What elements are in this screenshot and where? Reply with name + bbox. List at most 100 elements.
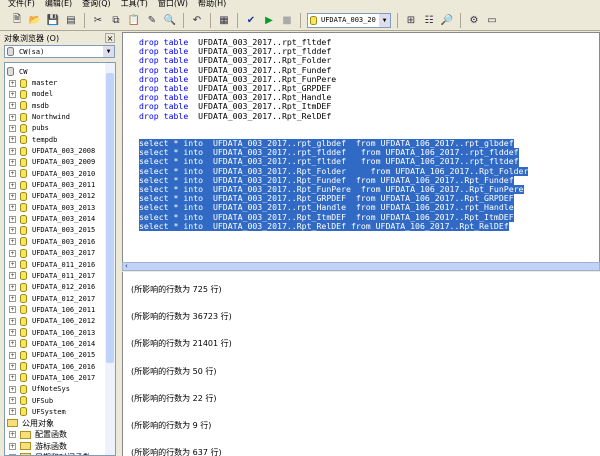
tree-node-database[interactable]: + UFDATA_003_2010 [5,168,115,179]
expand-icon[interactable]: + [9,385,16,393]
expand-icon[interactable]: + [9,192,16,200]
show-results-icon[interactable]: ▭ [485,13,499,27]
expand-icon[interactable]: + [9,374,16,382]
tree-node-database[interactable]: + UFDATA_011_2017 [5,270,115,281]
object-browser-icon[interactable]: ☷ [422,13,436,27]
expand-icon[interactable]: + [9,158,16,166]
tree-node-database[interactable]: + UFSub [5,395,115,406]
expand-icon[interactable]: + [9,238,16,246]
expand-icon[interactable]: + [9,90,16,98]
expand-icon[interactable]: + [9,397,16,405]
tree-node-database[interactable]: + UFDATA_012_2017 [5,293,115,304]
server-select[interactable]: CW(sa) ▼ [4,45,115,58]
chevron-down-icon[interactable]: ▼ [103,46,114,57]
expand-icon[interactable]: + [9,306,16,314]
tree-node-database[interactable]: + model [5,89,115,100]
tree-node-database[interactable]: + UFDATA_106_2016 [5,361,115,372]
expand-icon[interactable]: + [9,249,16,257]
properties-icon[interactable]: ⚙ [467,13,481,27]
expand-icon[interactable]: + [9,215,16,223]
expand-icon[interactable]: + [9,226,16,234]
tree-node-database[interactable]: + UFDATA_106_2013 [5,327,115,338]
tree-node-database[interactable]: + UFDATA_106_2015 [5,350,115,361]
scroll-thumb[interactable] [106,73,114,363]
tree-node-database[interactable]: + UFDATA_106_2014 [5,338,115,349]
tree-node-database[interactable]: + UFDATA_003_2016 [5,236,115,247]
expand-icon[interactable]: + [9,442,16,450]
tree-node-database[interactable]: + UFDATA_011_2016 [5,259,115,270]
editor-horizontal-scrollbar[interactable]: ‹ [122,262,600,271]
close-icon[interactable]: × [105,33,115,43]
tree-node-folder[interactable]: + 配置函数 [5,429,115,440]
expand-icon[interactable]: + [9,204,16,212]
expand-icon[interactable]: + [9,102,16,110]
tree-node-database[interactable]: + tempdb [5,134,115,145]
menu-item[interactable]: 文件(F) [8,0,35,10]
parse-icon[interactable]: ✔ [244,13,258,27]
tree-node-database[interactable]: + Northwind [5,111,115,122]
undo-icon[interactable]: ↶ [190,13,204,27]
expand-icon[interactable]: + [9,351,16,359]
tree-node-common[interactable]: 公用对象 [5,418,115,429]
open-icon[interactable]: 📂 [28,13,42,27]
menu-item[interactable]: 帮助(H) [198,0,226,10]
chevron-down-icon[interactable]: ▼ [379,13,390,27]
stop-icon[interactable]: ■ [280,13,294,27]
tree-node-database[interactable]: + master [5,77,115,88]
menu-item[interactable]: 工具(T) [121,0,148,10]
expand-icon[interactable]: + [9,124,16,132]
tree-node-server[interactable]: CW [5,66,115,77]
tree-node-database[interactable]: + UFDATA_003_2015 [5,225,115,236]
tree-node-database[interactable]: + UFDATA_003_2012 [5,191,115,202]
tree-node-database[interactable]: + pubs [5,123,115,134]
expand-icon[interactable]: + [9,317,16,325]
object-search-icon[interactable]: 🔎 [440,13,454,27]
tree-node-database[interactable]: + msdb [5,100,115,111]
expand-icon[interactable]: + [9,136,16,144]
expand-icon[interactable]: + [9,261,16,269]
menu-item[interactable]: 窗口(W) [158,0,188,10]
database-select[interactable]: UFDATA_003_20 ▼ [307,12,391,28]
expand-icon[interactable]: + [9,147,16,155]
tree-node-folder[interactable]: +日期和时间函数 [5,452,115,455]
tree-node-folder[interactable]: + 游标函数 [5,440,115,451]
tree-node-database[interactable]: + UFSystem [5,406,115,417]
tree-node-database[interactable]: + UFDATA_012_2016 [5,282,115,293]
tree-node-database[interactable]: + UfNoteSys [5,384,115,395]
expand-icon[interactable]: + [9,181,16,189]
expand-icon[interactable]: + [9,340,16,348]
tree-node-database[interactable]: + UFDATA_106_2011 [5,304,115,315]
copy-icon[interactable]: ⧉ [109,13,123,27]
query-editor[interactable]: drop table UFDATA_003_2017..rpt_fltdef dr… [122,32,600,265]
expand-icon[interactable]: + [9,272,16,280]
expand-icon[interactable]: + [9,170,16,178]
tree-node-database[interactable]: + UFDATA_003_2013 [5,202,115,213]
tree-node-database[interactable]: + UFDATA_003_2009 [5,157,115,168]
save-icon[interactable]: 💾 [46,13,60,27]
expand-icon[interactable]: + [9,431,16,439]
tree-node-database[interactable]: + UFDATA_003_2011 [5,179,115,190]
tree-node-database[interactable]: + UFDATA_003_2008 [5,145,115,156]
menu-item[interactable]: 编辑(E) [45,0,72,10]
menu-item[interactable]: 查询(Q) [82,0,111,10]
expand-icon[interactable]: + [9,283,16,291]
tree-node-database[interactable]: + UFDATA_106_2017 [5,372,115,383]
new-query-icon[interactable]: 🗎 [10,13,24,27]
find-icon[interactable]: 🔍 [163,13,177,27]
cut-icon[interactable]: ✂ [91,13,105,27]
tree-node-database[interactable]: + UFDATA_003_2014 [5,213,115,224]
tree-node-database[interactable]: + UFDATA_003_2017 [5,248,115,259]
execute-icon[interactable]: ▶ [262,13,276,27]
insert-template-icon[interactable]: ▤ [64,13,78,27]
expand-icon[interactable]: + [9,329,16,337]
expand-icon[interactable]: + [9,363,16,371]
results-mode-icon[interactable]: ▦ [217,13,231,27]
paste-icon[interactable]: 📋 [127,13,141,27]
expand-icon[interactable]: + [9,79,16,87]
clear-icon[interactable]: ✎ [145,13,159,27]
execution-plan-icon[interactable]: ⊞ [404,13,418,27]
expand-icon[interactable]: + [9,408,16,416]
expand-icon[interactable]: + [9,113,16,121]
tree-node-database[interactable]: + UFDATA_106_2012 [5,316,115,327]
tree-scrollbar[interactable] [105,63,115,455]
